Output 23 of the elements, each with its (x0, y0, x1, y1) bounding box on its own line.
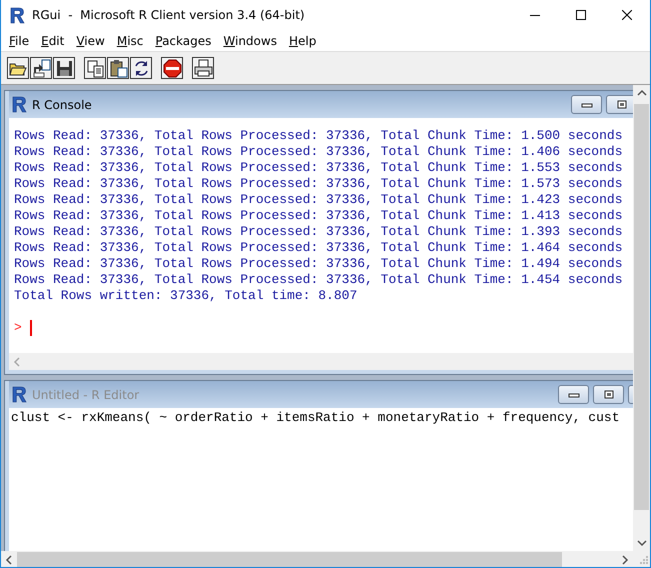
menu-item[interactable]: File (3, 34, 36, 48)
menu-item[interactable]: Edit (35, 34, 70, 48)
menu-item[interactable]: View (70, 34, 111, 48)
window-title: RGui - Microsoft R Client version 3.4 (64-bit) (32, 8, 305, 22)
console-output-line: Rows Read: 37336, Total Rows Processed: 37336, Total Chunk Time: 1.406 seconds (14, 144, 624, 160)
console-title: R Console (32, 98, 92, 112)
console-output-line: Rows Read: 37336, Total Rows Processed: 37336, Total Chunk Time: 1.454 seconds (14, 272, 624, 288)
console-output-line: Rows Read: 37336, Total Rows Processed: 37336, Total Chunk Time: 1.573 seconds (14, 176, 624, 192)
editor-title: Untitled - R Editor (32, 388, 140, 402)
console-output-line: Rows Read: 37336, Total Rows Processed: 37336, Total Chunk Time: 1.423 seconds (14, 192, 624, 208)
menu-item[interactable]: Windows (217, 34, 283, 48)
console-output-line: Rows Read: 37336, Total Rows Processed: 37336, Total Chunk Time: 1.464 seconds (14, 240, 624, 256)
menu-item[interactable]: Help (282, 34, 322, 48)
console-output-line: Rows Read: 37336, Total Rows Processed: 37336, Total Chunk Time: 1.500 seconds (14, 128, 624, 144)
menu-item[interactable]: Packages (149, 34, 218, 48)
console-output-line: Rows Read: 37336, Total Rows Processed: 37336, Total Chunk Time: 1.393 seconds (14, 224, 624, 240)
console-output-line: Rows Read: 37336, Total Rows Processed: 37336, Total Chunk Time: 1.553 seconds (14, 160, 624, 176)
console-output-line: Rows Read: 37336, Total Rows Processed: 37336, Total Chunk Time: 1.413 seconds (14, 208, 624, 224)
code-line: clust <- rxKmeans( ~ orderRatio + itemsRatio + monetaryRatio + frequency, cust (11, 410, 620, 426)
console-prompt: > (14, 320, 22, 336)
console-output-line: Total Rows written: 37336, Total time: 8.807 (14, 288, 358, 304)
menu-item[interactable]: Misc (110, 34, 150, 48)
console-output-line: Rows Read: 37336, Total Rows Processed: 37336, Total Chunk Time: 1.494 seconds (14, 256, 624, 272)
